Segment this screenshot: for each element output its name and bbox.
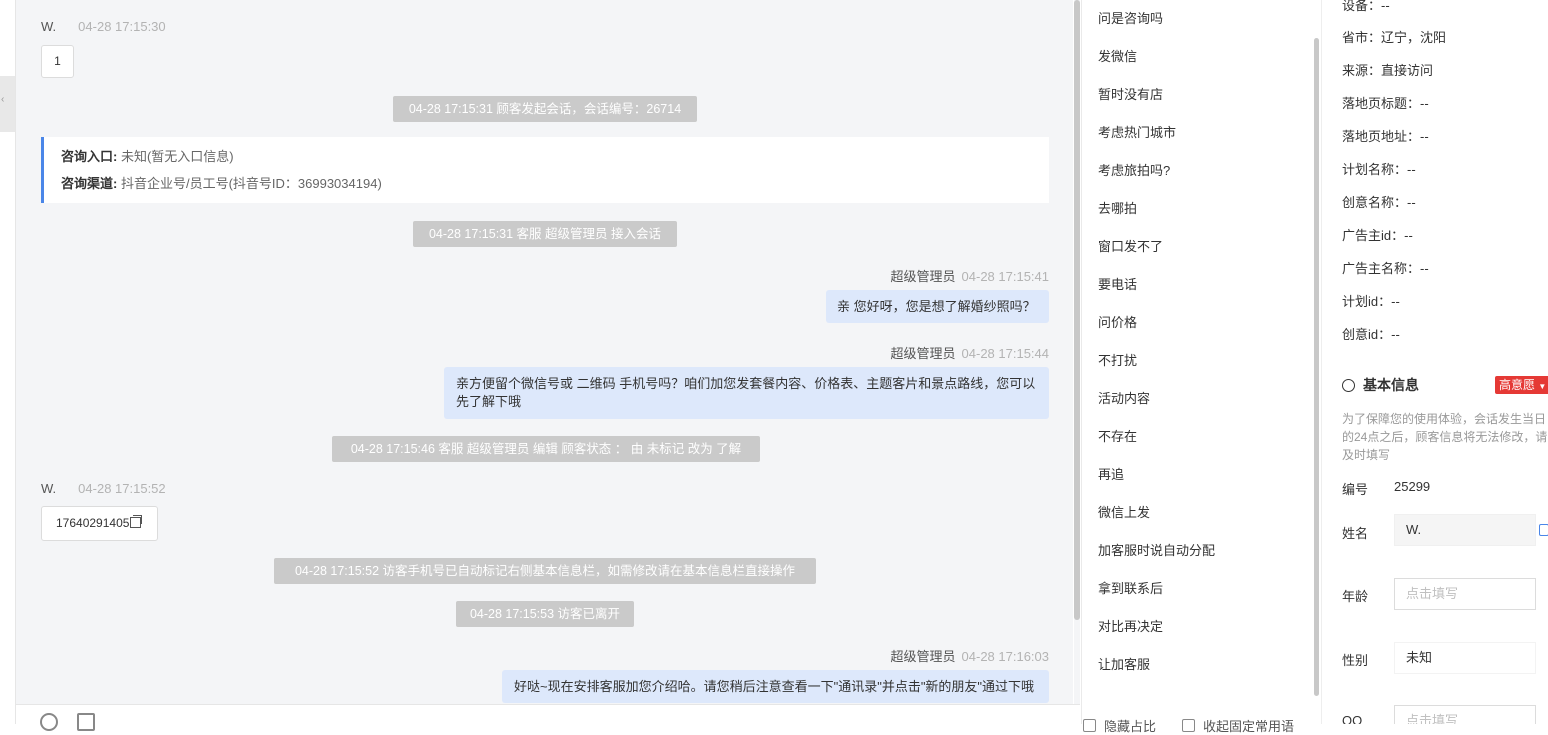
message-bubble-agent: 好哒~现在安排客服加您介绍哈。请您稍后注意查看一下"通讯录"并点击"新的朋友"通… [502,670,1049,703]
id-label: 编号 [1342,482,1369,497]
customer-info-panel: 设备：-- 省市：辽宁，沈阳 来源：直接访问 落地页标题：-- 落地页地址：--… [1321,0,1548,724]
age-label: 年龄 [1342,589,1369,604]
section-title-text: 基本信息 [1363,377,1419,393]
chat-scroll-thumb[interactable] [1074,0,1080,620]
quick-reply-item[interactable]: 暂时没有店 [1098,84,1163,103]
collapse-tab[interactable]: ‹ [0,76,15,132]
intent-badge[interactable]: 高意愿 ▼ [1495,376,1548,394]
sender-name: 超级管理员 [890,649,956,664]
name-field[interactable]: W. [1394,514,1536,546]
message-bubble-visitor: 1 [41,45,74,78]
emoji-icon[interactable] [40,713,58,731]
quick-reply-item[interactable]: 去哪拍 [1098,198,1137,217]
user-icon [1342,379,1355,392]
quick-reply-item[interactable]: 不存在 [1098,426,1137,445]
quick-reply-item[interactable]: 对比再决定 [1098,616,1163,635]
info-device: 设备：-- [1342,0,1390,13]
message-meta: W. 04-28 17:15:52 [41,481,166,496]
section-title: 基本信息 [1342,375,1419,395]
channel-value: 抖音企业号/员工号(抖音号ID：36993034194) [120,176,382,191]
quick-reply-item[interactable]: 发微信 [1098,46,1137,65]
message-time: 04-28 17:15:41 [961,269,1049,284]
sender-name: 超级管理员 [890,346,956,361]
quick-reply-item[interactable]: 微信上发 [1098,502,1150,521]
input-toolbar [16,704,1080,731]
message-bubble-visitor: 17640291405 [41,506,158,541]
age-input[interactable]: 点击填写 [1394,578,1536,610]
message-time: 04-28 17:15:44 [961,346,1049,361]
name-label: 姓名 [1342,526,1369,541]
info-row: 广告主名称：-- [1342,261,1429,276]
checkbox-icon[interactable] [1083,719,1096,732]
gender-select[interactable]: 未知 [1394,642,1536,674]
info-row: 创意名称：-- [1342,195,1416,210]
system-notice: 04-28 17:15:31 顾客发起会话，会话编号：26714 [393,96,697,122]
system-notice: 04-28 17:15:53 访客已离开 [456,601,634,627]
message-bubble-agent: 亲 您好呀，您是想了解婚纱照吗？ [826,290,1049,323]
option-label: 收起固定常用语 [1203,719,1295,734]
message-text: 亲方便留个微信号或 二维码 手机号吗？咱们加您发套餐内容、价格表、主题客片和景点… [456,376,1036,391]
image-icon[interactable] [77,713,95,731]
system-notice: 04-28 17:15:52 访客手机号已自动标记右侧基本信息栏，如需修改请在基… [274,558,816,584]
message-text: 先了解下哦 [456,394,522,409]
quick-reply-item[interactable]: 拿到联系后 [1098,578,1163,597]
info-row: 计划名称：-- [1342,162,1416,177]
id-value: 25299 [1394,479,1431,494]
chevron-left-icon: ‹ [1,94,5,105]
sender-name: W. [41,19,57,34]
option-label: 隐藏占比 [1104,719,1157,734]
hide-ratio-option[interactable]: 隐藏占比 [1083,716,1156,735]
quick-reply-scrollbar[interactable] [1314,0,1320,724]
info-row: 落地页地址：-- [1342,129,1429,144]
quick-reply-item[interactable]: 考虑旅拍吗? [1098,160,1170,179]
quick-reply-item[interactable]: 加客服时说自动分配 [1098,540,1215,559]
quick-reply-panel: 问是咨询吗 发微信 暂时没有店 考虑热门城市 考虑旅拍吗? 去哪拍 窗口发不了 … [1081,0,1314,724]
quick-reply-item[interactable]: 窗口发不了 [1098,236,1163,255]
quick-reply-item[interactable]: 要电话 [1098,274,1137,293]
collapse-fixed-option[interactable]: 收起固定常用语 [1182,716,1294,735]
message-time: 04-28 17:15:52 [78,481,166,496]
entry-value: 未知(暂无入口信息) [120,149,234,164]
info-row: 创意id：-- [1342,327,1400,342]
info-row: 落地页标题：-- [1342,96,1429,111]
quick-reply-item[interactable]: 让加客服 [1098,654,1150,673]
quick-reply-item[interactable]: 问价格 [1098,312,1137,331]
quick-reply-item[interactable]: 不打扰 [1098,350,1137,369]
copy-icon[interactable] [130,515,143,528]
message-meta: 超级管理员 04-28 17:15:41 [891,266,1049,285]
info-tip: 为了保障您的使用体验，会话发生当日的24点之后，顾客信息将无法修改，请及时填写 [1342,412,1548,462]
edit-icon[interactable] [1539,524,1548,536]
channel-label: 咨询渠道: [61,176,118,191]
system-notice: 04-28 17:15:31 客服 超级管理员 接入会话 [413,221,677,247]
checkbox-icon[interactable] [1182,719,1195,732]
chat-scrollbar[interactable] [1074,0,1080,704]
sender-name: 超级管理员 [890,269,956,284]
message-meta: 超级管理员 04-28 17:16:03 [891,646,1049,665]
caret-down-icon: ▼ [1538,382,1547,391]
qq-label: QQ [1342,713,1363,724]
message-meta: 超级管理员 04-28 17:15:44 [891,343,1049,362]
quick-reply-item[interactable]: 再追 [1098,464,1124,483]
info-row: 来源：直接访问 [1342,63,1434,78]
qq-input[interactable]: 点击填写 [1394,705,1536,724]
chat-area: W. 04-28 17:15:30 1 04-28 17:15:31 顾客发起会话… [16,0,1073,704]
quick-reply-item[interactable]: 考虑热门城市 [1098,122,1176,141]
consult-entry-card: 咨询入口: 未知(暂无入口信息) 咨询渠道: 抖音企业号/员工号(抖音号ID：3… [41,137,1049,203]
info-row: 省市：辽宁，沈阳 [1342,30,1447,45]
gender-label: 性别 [1342,653,1369,668]
sender-name: W. [41,481,57,496]
quick-reply-item[interactable]: 问是咨询吗 [1098,8,1163,27]
info-row: 计划id：-- [1342,294,1400,309]
info-row: 广告主id：-- [1342,228,1413,243]
message-time: 04-28 17:16:03 [961,649,1049,664]
message-time: 04-28 17:15:30 [78,19,166,34]
phone-number: 17640291405 [56,516,130,530]
system-notice: 04-28 17:15:46 客服 超级管理员 编辑 顾客状态 ： 由 未标记 … [332,436,760,462]
message-bubble-agent: 亲方便留个微信号或 二维码 手机号吗？咱们加您发套餐内容、价格表、主题客片和景点… [444,367,1049,419]
message-meta: W. 04-28 17:15:30 [41,19,166,34]
quick-scroll-thumb[interactable] [1314,38,1319,696]
entry-label: 咨询入口: [61,149,118,164]
intent-label: 高意愿 [1499,378,1536,392]
quick-reply-item[interactable]: 活动内容 [1098,388,1150,407]
